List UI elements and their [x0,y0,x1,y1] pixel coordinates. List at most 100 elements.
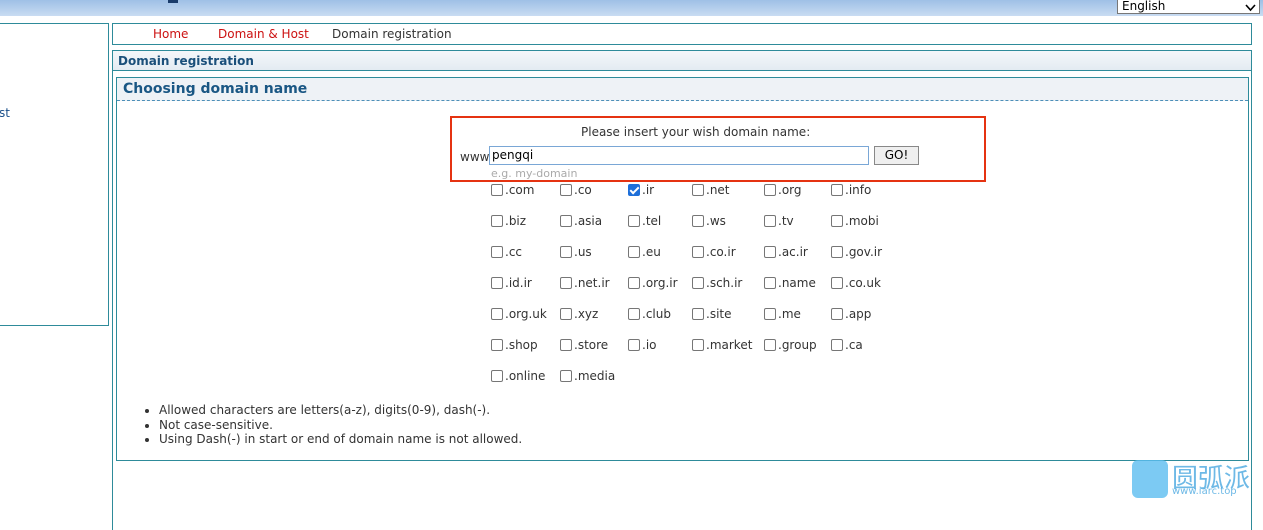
tld-checkbox[interactable] [692,184,704,196]
tld-checkbox[interactable] [491,339,503,351]
go-button[interactable]: GO! [874,146,919,165]
tld-checkbox[interactable] [491,246,503,258]
tld-option[interactable]: .market [692,338,752,352]
tld-option[interactable]: .ca [831,338,863,352]
tld-label: .org.uk [505,307,547,321]
tld-checkbox[interactable] [560,246,572,258]
tld-option[interactable]: .club [628,307,671,321]
tld-option[interactable]: .site [692,307,732,321]
tld-option[interactable]: .net.ir [560,276,610,290]
tld-checkbox[interactable] [560,215,572,227]
tld-option[interactable]: .co [560,183,592,197]
tld-checkbox[interactable] [764,184,776,196]
tld-label: .ir [642,183,655,197]
tld-option[interactable]: .tel [628,214,661,228]
tld-checkbox[interactable] [628,339,640,351]
tld-option[interactable]: .name [764,276,816,290]
tld-option[interactable]: .tv [764,214,794,228]
tld-option[interactable]: .ac.ir [764,245,808,259]
domain-name-input[interactable]: pengqi [489,146,869,165]
tld-option[interactable]: .group [764,338,817,352]
tld-checkbox[interactable] [628,308,640,320]
tld-option[interactable]: .co.uk [831,276,881,290]
tld-option[interactable]: .id.ir [491,276,532,290]
tld-label: .info [845,183,872,197]
domain-example-hint: e.g. my-domain [491,167,578,180]
tld-checkbox[interactable] [764,246,776,258]
tld-checkbox[interactable] [491,277,503,289]
sidebar-item-fragment[interactable]: st [0,106,10,120]
tld-option[interactable]: .eu [628,245,661,259]
breadcrumb-domain-host-link[interactable]: Domain & Host [218,27,309,41]
panel-header: Choosing domain name [117,78,1248,101]
tld-label: .me [778,307,801,321]
tld-option[interactable]: .ir [628,183,654,197]
tld-option[interactable]: .app [831,307,871,321]
tld-checkbox[interactable] [560,277,572,289]
tld-checkbox[interactable] [692,277,704,289]
tld-checkbox[interactable] [831,277,843,289]
tld-checkbox[interactable] [628,246,640,258]
panel-title: Choosing domain name [123,81,308,97]
tld-option[interactable]: .io [628,338,657,352]
tld-checkbox[interactable] [692,246,704,258]
tld-checkbox[interactable] [692,215,704,227]
tld-option[interactable]: .online [491,369,545,383]
tld-checkbox[interactable] [560,370,572,382]
header-logo-fragment [168,0,178,3]
tld-checkbox[interactable] [831,246,843,258]
tld-option[interactable]: .biz [491,214,526,228]
tld-option[interactable]: .asia [560,214,602,228]
tld-checkbox[interactable] [628,215,640,227]
domain-prompt-label: Please insert your wish domain name: [581,125,811,139]
www-prefix-label: www. [460,150,493,164]
tld-checkbox[interactable] [764,277,776,289]
tld-option[interactable]: .ws [692,214,726,228]
tld-checkbox[interactable] [692,339,704,351]
tld-option[interactable]: .co.ir [692,245,736,259]
tld-checkbox[interactable] [560,184,572,196]
tld-option[interactable]: .info [831,183,871,197]
tld-option[interactable]: .net [692,183,730,197]
tld-option[interactable]: .org.uk [491,307,547,321]
tld-option[interactable]: .mobi [831,214,879,228]
tld-checkbox[interactable] [491,184,503,196]
tld-option[interactable]: .org [764,183,802,197]
tld-checkbox[interactable] [831,184,843,196]
tld-checkbox[interactable] [491,308,503,320]
tld-label: .ac.ir [778,245,808,259]
tld-option[interactable]: .store [560,338,608,352]
tld-label: .co.uk [845,276,881,290]
tld-option[interactable]: .xyz [560,307,598,321]
tld-option[interactable]: .us [560,245,592,259]
tld-checkbox[interactable] [560,308,572,320]
tld-option[interactable]: .com [491,183,534,197]
tld-option[interactable]: .media [560,369,615,383]
tld-label: .net [706,183,730,197]
tld-option[interactable]: .shop [491,338,538,352]
tld-checkbox[interactable] [628,277,640,289]
tld-checkbox[interactable] [692,308,704,320]
tld-checkbox[interactable] [560,339,572,351]
tld-checkbox[interactable] [628,184,640,196]
tld-checkbox[interactable] [831,339,843,351]
tld-checkbox[interactable] [831,308,843,320]
watermark-logo: 圆弧派 www.iarc.top [1132,458,1260,500]
tld-checkbox[interactable] [491,215,503,227]
breadcrumb-home-link[interactable]: Home [153,27,188,41]
tld-label: .eu [642,245,661,259]
tld-checkbox[interactable] [764,215,776,227]
tld-option[interactable]: .gov.ir [831,245,882,259]
language-select[interactable]: English [1117,0,1260,14]
tld-option[interactable]: .org.ir [628,276,678,290]
tld-checkbox[interactable] [831,215,843,227]
tld-option[interactable]: .me [764,307,801,321]
tld-checkbox[interactable] [764,339,776,351]
tld-option[interactable]: .sch.ir [692,276,742,290]
tld-label: .cc [505,245,523,259]
tld-option[interactable]: .cc [491,245,522,259]
tld-label: .media [574,369,616,383]
tld-label: .net.ir [574,276,610,290]
tld-checkbox[interactable] [491,370,503,382]
tld-checkbox[interactable] [764,308,776,320]
